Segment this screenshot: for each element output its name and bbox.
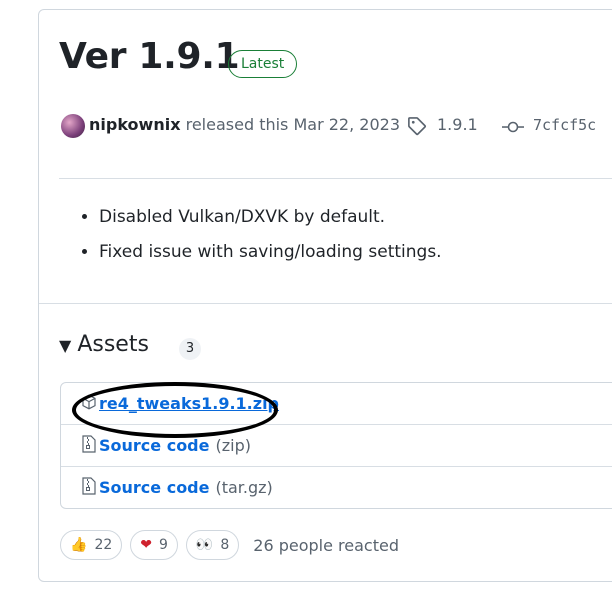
reaction-count: 22	[94, 537, 113, 553]
release-byline: nipkownix released this Mar 22, 2023	[89, 114, 400, 136]
commit-icon	[501, 119, 525, 138]
section-divider	[39, 303, 612, 304]
divider	[59, 178, 612, 179]
asset-row[interactable]: Source code (zip)	[61, 424, 612, 466]
caret-down-icon: ▼	[59, 336, 72, 355]
file-zip-icon	[81, 476, 99, 499]
asset-row[interactable]: re4_tweaks1.9.1.zip	[61, 383, 612, 424]
tag-link[interactable]: 1.9.1	[437, 114, 478, 136]
asset-format-label: (zip)	[215, 436, 251, 455]
source-code-targz-link[interactable]: Source code	[99, 478, 209, 497]
assets-count-badge: 3	[179, 338, 201, 360]
reaction-eyes-button[interactable]: 👀 8	[185, 530, 240, 560]
release-notes: Disabled Vulkan/DXVK by default. Fixed i…	[79, 200, 442, 270]
reaction-thumbs-up-button[interactable]: 👍 22	[60, 530, 123, 560]
thumbs-up-icon: 👍	[70, 537, 88, 553]
tag-icon	[407, 116, 427, 140]
reaction-count: 8	[220, 537, 230, 553]
reaction-heart-button[interactable]: ❤ 9	[130, 530, 178, 560]
assets-heading: Assets	[77, 332, 149, 357]
file-zip-icon	[81, 434, 99, 457]
heart-icon: ❤	[140, 537, 152, 553]
reaction-count: 9	[159, 537, 168, 553]
package-icon	[81, 394, 99, 414]
released-date-text: released this Mar 22, 2023	[185, 115, 400, 134]
source-code-zip-link[interactable]: Source code	[99, 436, 209, 455]
reactions-bar: 👍 22 ❤ 9 👀 8 26 people reacted	[60, 530, 399, 560]
reactions-summary[interactable]: 26 people reacted	[253, 536, 399, 555]
assets-toggle[interactable]: ▼ Assets	[59, 332, 149, 357]
asset-format-label: (tar.gz)	[215, 478, 273, 497]
asset-row[interactable]: Source code (tar.gz)	[61, 466, 612, 508]
release-note-item: Fixed issue with saving/loading settings…	[99, 235, 442, 270]
assets-list: re4_tweaks1.9.1.zip Source code (zip) So…	[60, 382, 612, 509]
release-title[interactable]: Ver 1.9.1	[59, 36, 240, 77]
eyes-icon: 👀	[195, 537, 214, 553]
latest-badge: Latest	[228, 50, 298, 78]
release-note-item: Disabled Vulkan/DXVK by default.	[99, 200, 442, 235]
commit-link[interactable]: 7cfcf5c	[533, 114, 596, 136]
release-card: Ver 1.9.1 Latest nipkownix released this…	[38, 9, 612, 582]
author-link[interactable]: nipkownix	[89, 115, 181, 134]
asset-download-link[interactable]: re4_tweaks1.9.1.zip	[99, 394, 279, 413]
avatar[interactable]	[61, 114, 85, 138]
